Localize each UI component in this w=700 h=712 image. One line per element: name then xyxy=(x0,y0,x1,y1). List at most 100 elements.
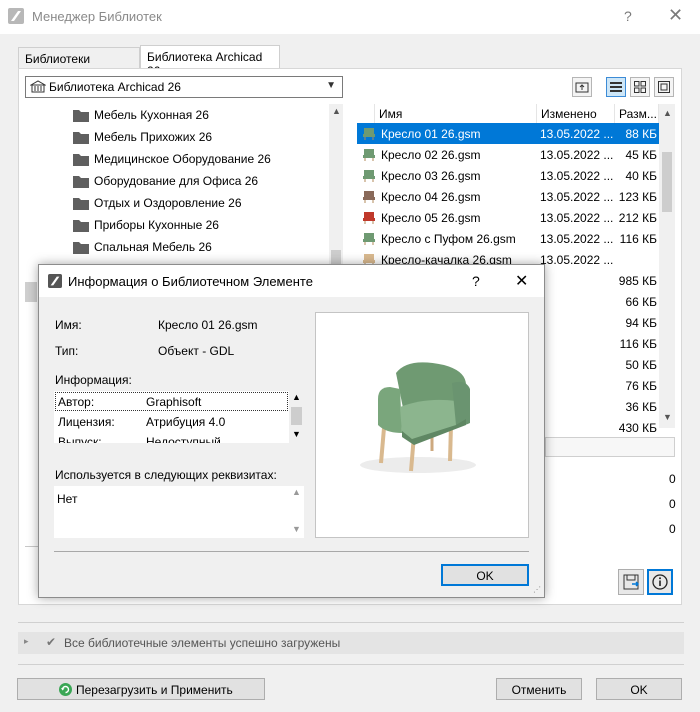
folder-icon xyxy=(73,198,89,210)
file-modified: 13.05.2022 ... xyxy=(540,169,614,183)
dialog-title: Информация о Библиотечном Элементе xyxy=(68,274,313,289)
file-size: 88 КБ xyxy=(625,127,657,141)
file-size: 430 КБ xyxy=(618,421,657,435)
save-icon xyxy=(623,574,639,590)
reload-apply-label: Перезагрузить и Применить xyxy=(76,683,233,697)
reload-icon xyxy=(59,683,72,696)
file-row[interactable]: Кресло 05 26.gsm 13.05.2022 ... 212 КБ xyxy=(357,207,659,228)
used-in-scrollbar[interactable]: ▲ ▼ xyxy=(289,486,304,538)
armchair-icon xyxy=(363,212,375,224)
library-select-value: Библиотека Archicad 26 xyxy=(49,80,181,94)
tree-folder-item[interactable]: Отдых и Оздоровление 26 xyxy=(72,193,322,215)
scroll-down-icon[interactable]: ▼ xyxy=(292,524,301,534)
scroll-up-icon[interactable]: ▲ xyxy=(292,392,301,402)
ok-label: OK xyxy=(630,683,648,697)
filter-field[interactable] xyxy=(545,437,675,457)
tree-folder-label: Спальная Мебель 26 xyxy=(94,240,212,254)
file-modified: 13.05.2022 ... xyxy=(540,211,614,225)
tab-archicad-library[interactable]: Библиотека Archicad 26 xyxy=(140,45,280,78)
type-value: Объект - GDL xyxy=(158,344,235,358)
file-size: 123 КБ xyxy=(618,190,657,204)
file-size: 116 КБ xyxy=(619,337,657,351)
file-scroll-thumb[interactable] xyxy=(662,152,672,212)
close-icon[interactable]: ✕ xyxy=(668,5,683,26)
used-in-box[interactable]: Нет xyxy=(54,486,304,538)
file-row[interactable]: Кресло 04 26.gsm 13.05.2022 ... 123 КБ xyxy=(357,186,659,207)
separator xyxy=(18,622,684,623)
info-scroll-thumb[interactable] xyxy=(291,407,302,425)
chevron-down-icon: ▼ xyxy=(326,80,336,91)
info-icon xyxy=(652,574,668,590)
armchair-icon xyxy=(363,233,375,245)
help-icon[interactable]: ? xyxy=(472,273,480,289)
grid-view-button[interactable] xyxy=(630,77,650,97)
close-icon[interactable]: ✕ xyxy=(515,271,528,291)
folder-icon xyxy=(73,110,89,122)
dialog-separator xyxy=(54,551,529,552)
armchair-icon xyxy=(363,170,375,182)
cancel-button[interactable]: Отменить xyxy=(496,678,582,700)
file-size: 212 КБ xyxy=(618,211,657,225)
status-text: Все библиотечные элементы успешно загруж… xyxy=(64,636,341,650)
scroll-up-icon[interactable]: ▲ xyxy=(332,106,341,116)
info-row[interactable]: Автор: Graphisoft xyxy=(58,395,288,413)
column-header-size[interactable]: Разм... xyxy=(615,104,659,124)
column-header-name[interactable]: Имя xyxy=(375,104,537,124)
scroll-down-icon[interactable]: ▼ xyxy=(663,412,672,422)
ok-button[interactable]: OK xyxy=(596,678,682,700)
folder-icon xyxy=(73,220,89,232)
info-scrollbar[interactable]: ▲ ▼ xyxy=(289,391,304,443)
file-size: 116 КБ xyxy=(619,232,657,246)
tree-folder-item[interactable]: Мебель Прихожих 26 xyxy=(72,127,322,149)
save-library-button[interactable] xyxy=(618,569,644,595)
tree-folder-label: Мебель Кухонная 26 xyxy=(94,108,209,122)
file-modified: 13.05.2022 ... xyxy=(540,232,614,246)
go-up-folder-button[interactable] xyxy=(572,77,592,97)
file-row[interactable]: Кресло с Пуфом 26.gsm 13.05.2022 ... 116 К… xyxy=(357,228,659,249)
tree-folder-item[interactable]: Оборудование для Офиса 26 xyxy=(72,171,322,193)
file-row[interactable]: Кресло 02 26.gsm 13.05.2022 ... 45 КБ xyxy=(357,144,659,165)
tree-folder-item[interactable]: Спальная Мебель 26 xyxy=(72,237,322,259)
expand-arrow-icon[interactable]: ▸ xyxy=(24,636,29,647)
file-row[interactable]: Кресло 01 26.gsm 13.05.2022 ... 88 КБ xyxy=(357,123,659,144)
scroll-up-icon[interactable]: ▲ xyxy=(663,108,672,118)
scroll-up-icon[interactable]: ▲ xyxy=(292,487,301,497)
dialog-ok-button[interactable]: OK xyxy=(441,564,529,586)
file-size: 40 КБ xyxy=(625,169,657,183)
info-row[interactable]: Выпуск: Недоступный xyxy=(58,435,288,443)
file-size: 66 КБ xyxy=(625,295,657,309)
help-icon[interactable]: ? xyxy=(624,8,632,24)
reload-apply-button[interactable]: Перезагрузить и Применить xyxy=(17,678,265,700)
column-header-label: Имя xyxy=(379,107,403,121)
file-size: 76 КБ xyxy=(625,379,657,393)
info-button[interactable] xyxy=(647,569,673,595)
column-header-label: Изменено xyxy=(541,107,597,121)
tree-folder-item[interactable]: Мебель Кухонная 26 xyxy=(72,105,322,127)
info-key: Выпуск: xyxy=(58,435,102,443)
list-view-button[interactable] xyxy=(606,77,626,97)
info-list[interactable]: Автор: Graphisoft Лицензия: Атрибуция 4.0 Вы… xyxy=(54,391,304,443)
tree-folder-label: Приборы Кухонные 26 xyxy=(94,218,219,232)
window-title: Менеджер Библиотек xyxy=(32,9,162,24)
library-icon xyxy=(30,80,46,93)
resize-grip-icon[interactable]: ⋰ xyxy=(533,585,541,594)
tree-folder-item[interactable]: Медицинское Оборудование 26 xyxy=(72,149,322,171)
count-value: 0 xyxy=(669,497,676,511)
file-row[interactable]: Кресло 03 26.gsm 13.05.2022 ... 40 КБ xyxy=(357,165,659,186)
preview-view-button[interactable] xyxy=(654,77,674,97)
column-header-modified[interactable]: Изменено xyxy=(537,104,615,124)
tree-folder-item[interactable]: Приборы Кухонные 26 xyxy=(72,215,322,237)
file-size: 94 КБ xyxy=(625,316,657,330)
type-label: Тип: xyxy=(55,344,79,358)
file-name: Кресло 05 26.gsm xyxy=(381,211,481,225)
file-size: 985 КБ xyxy=(618,274,657,288)
scroll-down-icon[interactable]: ▼ xyxy=(292,429,301,439)
file-list-scrollbar[interactable]: ▲ ▼ xyxy=(659,104,675,428)
info-value: Недоступный xyxy=(146,435,221,443)
armchair-preview-image xyxy=(360,362,476,473)
info-row[interactable]: Лицензия: Атрибуция 4.0 xyxy=(58,415,288,433)
tree-selection-marker xyxy=(25,282,37,302)
archicad-logo-icon xyxy=(48,274,62,288)
tab-project-libraries[interactable]: Библиотеки Проекта xyxy=(18,47,140,80)
library-select[interactable]: Библиотека Archicad 26 ▼ xyxy=(25,76,343,98)
